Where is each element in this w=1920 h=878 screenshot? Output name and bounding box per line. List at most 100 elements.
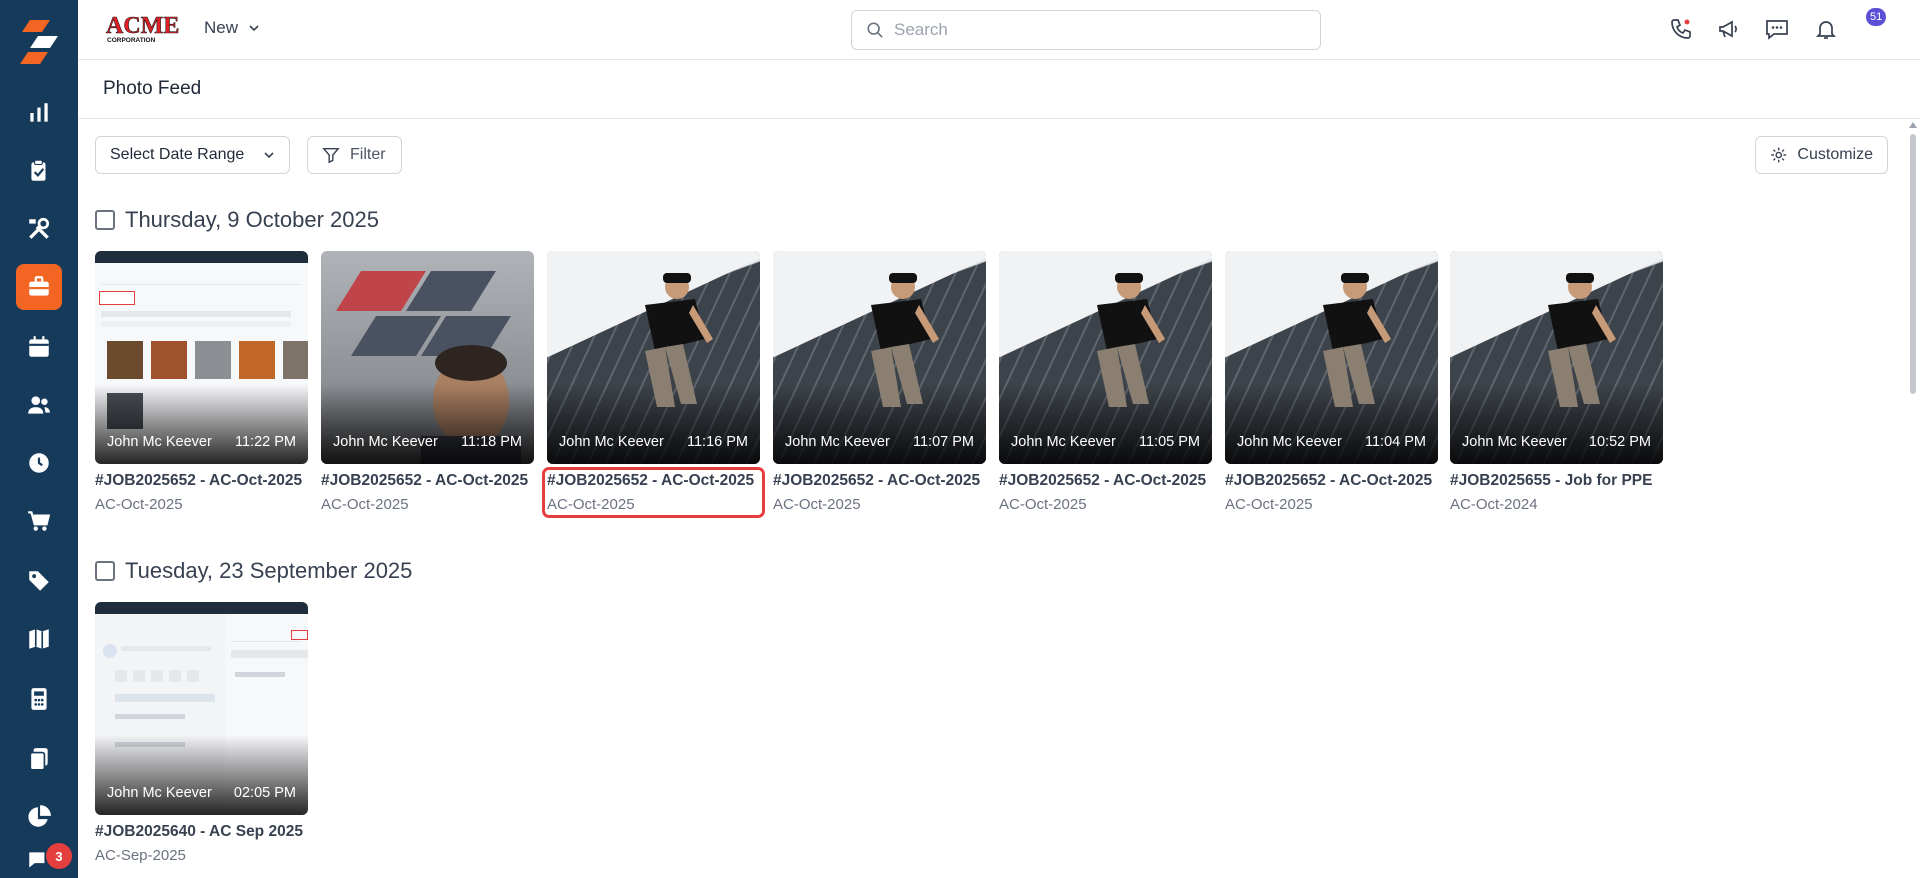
sidebar-item-calendar[interactable] [16,324,62,370]
photo-job-title[interactable]: #JOB2025655 - Job for PPE [1450,472,1663,490]
filter-icon [322,147,340,164]
date-range-label: Select Date Range [110,146,245,163]
new-label: New [204,18,239,37]
photo-author: John Mc Keever [1237,434,1342,450]
photo-card-selected[interactable]: John Mc Keever 11:16 PM #JOB2025652 - AC… [542,251,765,518]
photo-job-title[interactable]: #JOB2025652 - AC-Oct-2025 [547,472,760,490]
photo-time: 02:05 PM [233,785,296,801]
bell-icon[interactable] [1811,14,1841,44]
photo-job-title[interactable]: #JOB2025652 - AC-Oct-2025 [321,472,534,490]
photo-job-title[interactable]: #JOB2025652 - AC-Oct-2025 [1225,472,1438,490]
map-icon [29,629,49,649]
clipboard-check-icon [31,159,46,181]
sidebar-item-pricing[interactable] [16,558,62,604]
photo-time: 11:16 PM [687,434,748,450]
photo-job-title[interactable]: #JOB2025652 - AC-Oct-2025 [773,472,986,490]
users-icon [28,396,50,414]
sidebar-item-estimates[interactable] [16,676,62,722]
photo-thumbnail[interactable]: John Mc Keever 11:05 PM [999,251,1212,464]
date-group-header: Tuesday, 23 September 2025 [95,558,412,584]
photo-time: 10:52 PM [1588,434,1651,450]
group-select-checkbox[interactable] [95,561,115,581]
app-logo-icon[interactable] [16,18,62,68]
sidebar-item-reports[interactable] [16,90,62,136]
photo-author: John Mc Keever [1462,434,1567,450]
customize-button[interactable]: Customize [1755,136,1888,174]
photo-time: 11:22 PM [235,434,296,450]
phone-icon[interactable] [1666,14,1696,44]
customize-label: Customize [1797,146,1873,163]
search-input[interactable] [894,20,1294,40]
photo-job-subtitle: AC-Oct-2025 [999,496,1087,513]
sidebar-item-map[interactable] [16,616,62,662]
group-select-checkbox[interactable] [95,210,115,230]
photo-thumbnail[interactable]: John Mc Keever 11:07 PM [773,251,986,464]
page-header: Photo Feed [78,60,1920,119]
sidebar-item-contacts[interactable] [16,382,62,428]
photo-thumbnail[interactable]: John Mc Keever 10:52 PM [1450,251,1663,464]
photo-thumbnail[interactable]: John Mc Keever 02:05 PM [95,602,308,815]
photo-thumbnail[interactable]: John Mc Keever 11:04 PM [1225,251,1438,464]
photo-job-title[interactable]: #JOB2025640 - AC Sep 2025 [95,823,308,841]
photo-card[interactable]: John Mc Keever 02:05 PM #JOB2025640 - AC… [95,602,308,864]
photo-card[interactable]: John Mc Keever 11:04 PM #JOB2025652 - AC… [1225,251,1438,513]
sidebar-item-jobs[interactable] [16,264,62,310]
photo-time: 11:07 PM [913,434,974,450]
clock-icon [29,453,49,473]
notifications-badge: 51 [1866,8,1887,26]
documents-icon [29,748,48,771]
pie-chart-icon [28,805,51,827]
photo-job-subtitle: AC-Oct-2025 [1225,496,1313,513]
date-group-header: Thursday, 9 October 2025 [95,207,379,233]
cart-icon [28,511,51,531]
sidebar: 3 [0,0,78,878]
tag-icon [29,571,49,591]
sidebar-item-tools[interactable] [16,206,62,252]
photo-card[interactable]: John Mc Keever 11:22 PM #JOB2025652 - AC… [95,251,308,513]
photo-card[interactable]: John Mc Keever 11:07 PM #JOB2025652 - AC… [773,251,986,513]
tools-icon [29,217,50,239]
photo-job-title[interactable]: #JOB2025652 - AC-Oct-2025 [95,472,308,490]
photo-thumbnail[interactable]: John Mc Keever 11:16 PM [547,251,760,464]
sidebar-item-analytics[interactable] [16,794,62,840]
bar-chart-icon [30,103,48,122]
photo-time: 11:04 PM [1365,434,1426,450]
sidebar-item-purchasing[interactable] [16,498,62,544]
vertical-scrollbar[interactable] [1906,119,1920,878]
sidebar-item-timesheets[interactable] [16,440,62,486]
date-range-dropdown[interactable]: Select Date Range [95,136,290,174]
photo-time: 11:05 PM [1139,434,1200,450]
brand-logo[interactable]: ACME CORPORATION [104,11,180,45]
messages-icon[interactable] [1762,14,1792,44]
sidebar-item-documents[interactable] [16,736,62,782]
chat-badge: 3 [46,843,72,869]
photo-card[interactable]: John Mc Keever 11:05 PM #JOB2025652 - AC… [999,251,1212,513]
filter-button[interactable]: Filter [307,136,402,174]
scroll-up-arrow[interactable] [1909,122,1917,128]
photo-author: John Mc Keever [333,434,438,450]
photo-author: John Mc Keever [107,434,212,450]
photo-author: John Mc Keever [785,434,890,450]
page-title: Photo Feed [103,78,202,99]
chevron-down-icon [264,152,274,159]
calendar-icon [29,336,49,357]
group-date: Tuesday, 23 September 2025 [125,558,413,583]
group-date: Thursday, 9 October 2025 [125,207,379,232]
photo-thumbnail[interactable]: John Mc Keever 11:22 PM [95,251,308,464]
photo-thumbnail[interactable]: John Mc Keever 11:18 PM [321,251,534,464]
photo-job-subtitle: AC-Oct-2025 [547,496,635,513]
photo-job-subtitle: AC-Sep-2025 [95,847,186,864]
photo-card[interactable]: John Mc Keever 10:52 PM #JOB2025655 - Jo… [1450,251,1663,513]
svg-text:CORPORATION: CORPORATION [107,37,156,44]
photo-job-subtitle: AC-Oct-2025 [773,496,861,513]
scroll-thumb[interactable] [1910,134,1916,394]
sidebar-item-tasks[interactable] [16,148,62,194]
search-box[interactable] [851,10,1321,50]
new-menu-button[interactable]: New [204,18,260,38]
megaphone-icon[interactable] [1714,14,1744,44]
filter-label: Filter [350,146,386,163]
gear-icon [1771,147,1787,163]
photo-card[interactable]: John Mc Keever 11:18 PM #JOB2025652 - AC… [321,251,534,513]
calculator-icon [31,688,47,710]
photo-job-title[interactable]: #JOB2025652 - AC-Oct-2025 [999,472,1212,490]
